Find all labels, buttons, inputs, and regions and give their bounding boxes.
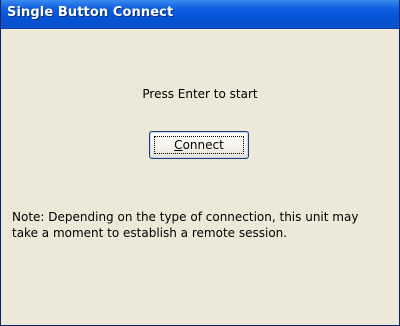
start-prompt: Press Enter to start [142, 87, 258, 101]
connect-button-mnemonic: C [174, 138, 183, 152]
connect-button-label: Connect [150, 138, 248, 152]
title-bar[interactable]: Single Button Connect [1, 0, 399, 29]
dialog-body: Press Enter to start Connect Note: Depen… [1, 29, 399, 325]
connection-note: Note: Depending on the type of connectio… [12, 210, 359, 240]
window-title: Single Button Connect [7, 5, 174, 20]
connect-button-label-rest: onnect [182, 138, 224, 152]
single-button-connect-window: Single Button Connect Press Enter to sta… [0, 0, 400, 326]
connect-button[interactable]: Connect [149, 131, 249, 159]
